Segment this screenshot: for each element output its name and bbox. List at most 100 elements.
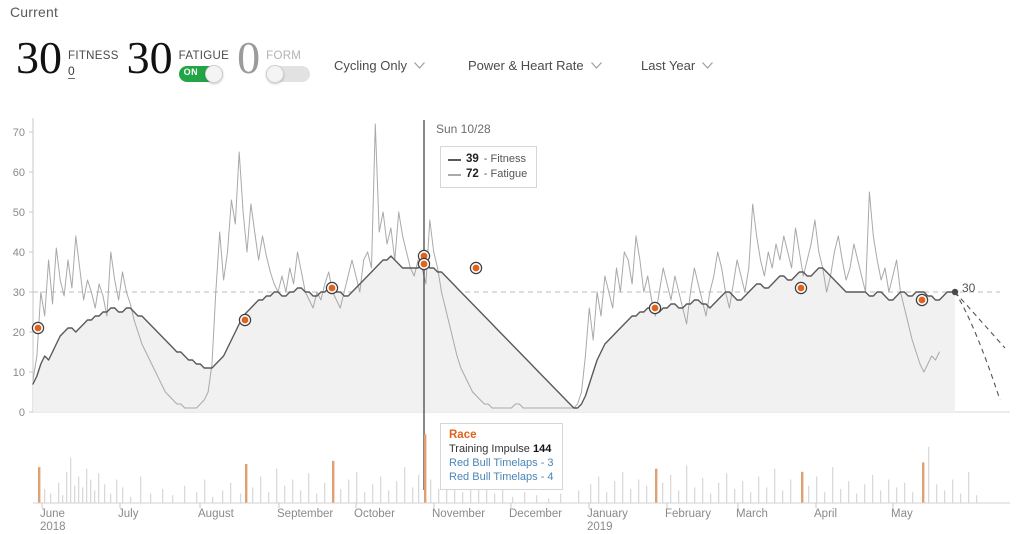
impulse-bar[interactable] — [808, 485, 810, 503]
impulse-bar[interactable] — [686, 465, 688, 503]
impulse-bar[interactable] — [418, 474, 420, 503]
impulse-bar[interactable] — [316, 493, 318, 503]
impulse-bar[interactable] — [766, 487, 768, 503]
impulse-bar[interactable] — [536, 495, 538, 503]
impulse-bar[interactable] — [968, 471, 970, 503]
race-marker-dot[interactable] — [241, 316, 249, 324]
impulse-bar[interactable] — [848, 481, 850, 503]
impulse-bar[interactable] — [356, 471, 358, 503]
impulse-bar[interactable] — [824, 492, 826, 503]
impulse-bar[interactable] — [122, 487, 124, 503]
impulse-bar[interactable] — [404, 467, 406, 503]
impulse-bar-race[interactable] — [424, 434, 427, 503]
impulse-bar[interactable] — [98, 473, 100, 503]
impulse-bar[interactable] — [598, 476, 600, 503]
race-marker-dot[interactable] — [328, 284, 336, 292]
impulse-bar[interactable] — [212, 496, 214, 503]
impulse-bar[interactable] — [260, 476, 262, 503]
impulse-bar[interactable] — [78, 476, 80, 503]
impulse-bar[interactable] — [928, 446, 930, 503]
impulse-bar[interactable] — [646, 485, 648, 503]
impulse-bar[interactable] — [324, 482, 326, 503]
impulse-bar[interactable] — [300, 490, 302, 503]
impulse-bar-race[interactable] — [332, 460, 335, 503]
impulse-bar[interactable] — [240, 493, 242, 503]
race-marker-dot[interactable] — [651, 304, 659, 312]
impulse-bar[interactable] — [622, 471, 624, 503]
impulse-bar[interactable] — [196, 492, 198, 503]
impulse-bar[interactable] — [976, 495, 978, 503]
impulse-bar[interactable] — [252, 487, 254, 503]
impulse-bar[interactable] — [430, 479, 432, 503]
impulse-bar[interactable] — [718, 482, 720, 503]
impulse-bar[interactable] — [790, 479, 792, 503]
impulse-bar[interactable] — [512, 496, 514, 503]
impulse-bar[interactable] — [678, 490, 680, 503]
race-marker-dot[interactable] — [797, 284, 805, 292]
impulse-bar[interactable] — [364, 492, 366, 503]
impulse-bar[interactable] — [372, 484, 374, 503]
impulse-bar[interactable] — [560, 493, 562, 503]
race-marker-dot[interactable] — [420, 260, 428, 268]
impulse-bar[interactable] — [388, 490, 390, 503]
impulse-bar[interactable] — [438, 488, 440, 503]
impulse-bar[interactable] — [380, 476, 382, 503]
impulse-bar[interactable] — [348, 479, 350, 503]
impulse-bar[interactable] — [308, 473, 310, 503]
impulse-bar[interactable] — [70, 457, 72, 503]
impulse-bar[interactable] — [58, 482, 60, 503]
impulse-bar[interactable] — [734, 488, 736, 503]
impulse-bar[interactable] — [172, 495, 174, 503]
impulse-bar[interactable] — [912, 492, 914, 503]
impulse-bar[interactable] — [630, 488, 632, 503]
impulse-bar[interactable] — [872, 474, 874, 503]
impulse-bar[interactable] — [816, 476, 818, 503]
impulse-bar-race[interactable] — [801, 471, 804, 503]
impulse-bar[interactable] — [184, 485, 186, 503]
impulse-bar-race[interactable] — [655, 468, 658, 503]
impulse-bar[interactable] — [110, 493, 112, 503]
impulse-bar[interactable] — [782, 490, 784, 503]
impulse-bar[interactable] — [856, 493, 858, 503]
impulse-bar[interactable] — [758, 476, 760, 503]
impulse-bar[interactable] — [936, 484, 938, 503]
impulse-bar[interactable] — [396, 481, 398, 503]
impulse-bar[interactable] — [524, 492, 526, 503]
impulse-bar[interactable] — [86, 468, 88, 503]
impulse-bar[interactable] — [116, 479, 118, 503]
impulse-bar[interactable] — [614, 481, 616, 503]
impulse-bar[interactable] — [222, 490, 224, 503]
impulse-bar[interactable] — [896, 487, 898, 503]
impulse-bar[interactable] — [90, 479, 92, 503]
impulse-bar[interactable] — [462, 492, 464, 503]
impulse-bar[interactable] — [606, 492, 608, 503]
impulse-bar[interactable] — [590, 484, 592, 503]
impulse-bar[interactable] — [140, 476, 142, 503]
impulse-bar[interactable] — [638, 479, 640, 503]
impulse-bar-race[interactable] — [922, 462, 925, 503]
impulse-bar[interactable] — [904, 482, 906, 503]
impulse-bar[interactable] — [864, 484, 866, 503]
impulse-bar[interactable] — [104, 484, 106, 503]
impulse-bar[interactable] — [292, 479, 294, 503]
impulse-bar[interactable] — [276, 468, 278, 503]
impulse-bar[interactable] — [74, 485, 76, 503]
impulse-bar[interactable] — [702, 478, 704, 503]
impulse-bar[interactable] — [880, 490, 882, 503]
impulse-bar[interactable] — [494, 493, 496, 503]
impulse-bar[interactable] — [726, 473, 728, 503]
impulse-bar[interactable] — [82, 487, 84, 503]
impulse-bar[interactable] — [694, 487, 696, 503]
race-activity-link-2[interactable]: Red Bull Timelaps - 4 — [449, 470, 554, 484]
impulse-bar[interactable] — [548, 498, 550, 503]
impulse-bar[interactable] — [130, 496, 132, 503]
impulse-bar[interactable] — [670, 474, 672, 503]
impulse-bar[interactable] — [230, 482, 232, 503]
impulse-bar[interactable] — [340, 488, 342, 503]
impulse-bar[interactable] — [162, 488, 164, 503]
impulse-bar[interactable] — [840, 488, 842, 503]
impulse-bar[interactable] — [750, 492, 752, 503]
impulse-bar-race[interactable] — [245, 464, 248, 503]
impulse-bar[interactable] — [662, 482, 664, 503]
impulse-bar[interactable] — [952, 479, 954, 503]
